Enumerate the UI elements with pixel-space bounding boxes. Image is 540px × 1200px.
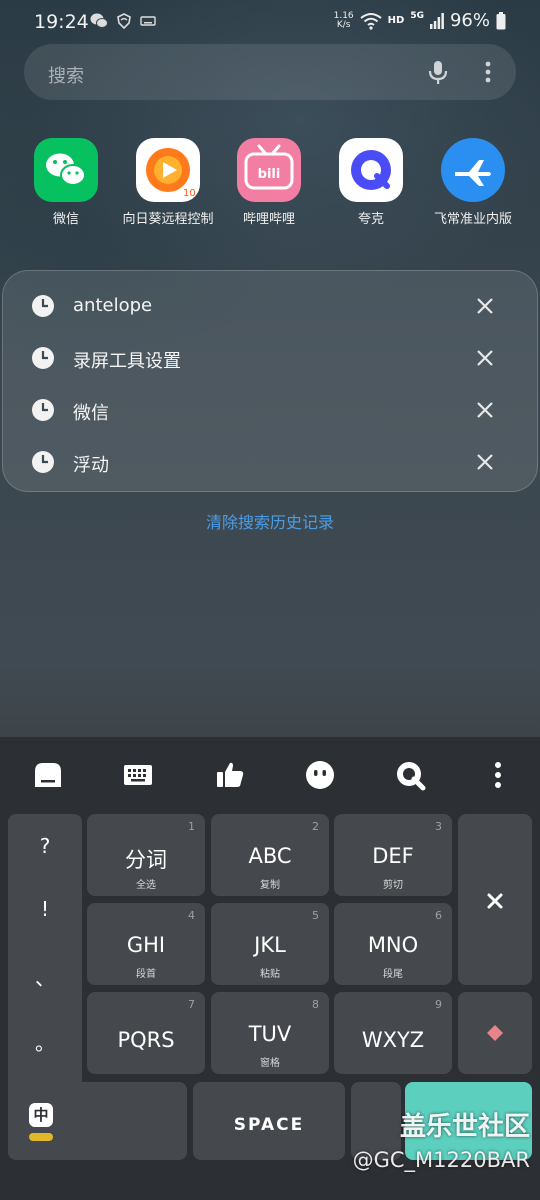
chinese-mode-badge: 中 xyxy=(29,1103,53,1127)
network-speed: 1.16 K/s xyxy=(333,10,354,30)
close-icon[interactable] xyxy=(473,450,497,474)
key-2-abc[interactable]: 2 ABC 复制 xyxy=(211,814,329,896)
wechat-icon xyxy=(34,138,98,202)
app-suggestions: 微信 10 向日葵远程控制 bili 哔哩哔哩 夸克 飞常准业内版 xyxy=(0,138,540,238)
clock-icon xyxy=(32,399,54,421)
more-options-icon[interactable] xyxy=(479,58,497,86)
key-1-segment[interactable]: 1 分词 全选 xyxy=(87,814,205,896)
keyboard-layout-icon[interactable] xyxy=(122,759,154,791)
sunlogin-icon: 10 xyxy=(136,138,200,202)
app-sunlogin[interactable]: 10 向日葵远程控制 xyxy=(113,138,223,227)
thumbs-up-icon[interactable] xyxy=(214,759,246,791)
key-8-tuv[interactable]: 8 TUV 窗格 xyxy=(211,992,329,1074)
app-quark[interactable]: 夸克 xyxy=(316,138,426,227)
history-item-label[interactable]: 录屏工具设置 xyxy=(73,347,181,373)
svg-text:10: 10 xyxy=(183,188,196,199)
watermark-text: 盖乐世社区 xyxy=(399,1112,530,1142)
punct-exclaim-key[interactable]: ! xyxy=(8,897,82,921)
close-icon[interactable] xyxy=(473,346,497,370)
battery-icon xyxy=(496,11,506,29)
search-input[interactable]: 搜索 xyxy=(48,62,84,88)
key-3-def[interactable]: 3 DEF 剪切 xyxy=(334,814,452,896)
history-item-label[interactable]: 微信 xyxy=(73,399,109,425)
clock-icon xyxy=(32,295,54,317)
wifi-icon xyxy=(360,12,382,30)
app-label: 微信 xyxy=(52,212,79,227)
history-item-label[interactable]: 浮动 xyxy=(73,451,109,477)
app-wechat[interactable]: 微信 xyxy=(11,138,121,227)
clear-key[interactable] xyxy=(458,992,532,1074)
space-key[interactable]: SPACE xyxy=(193,1082,345,1160)
wechat-notification-icon xyxy=(90,13,108,28)
shield-icon xyxy=(117,13,131,29)
microphone-icon[interactable] xyxy=(424,58,452,86)
key-6-mno[interactable]: 6 MNO 段尾 xyxy=(334,903,452,985)
watermark-handle: @GC_M1220BAR xyxy=(352,1148,530,1172)
key-4-ghi[interactable]: 4 GHI 段首 xyxy=(87,903,205,985)
clock-icon xyxy=(32,347,54,369)
clock-icon xyxy=(32,451,54,473)
more-options-icon[interactable] xyxy=(482,759,514,791)
punct-question-key[interactable]: ? xyxy=(8,834,82,858)
mode-indicator xyxy=(29,1133,53,1141)
key-9-wxyz[interactable]: 9 WXYZ xyxy=(334,992,452,1074)
quark-icon xyxy=(339,138,403,202)
close-icon[interactable] xyxy=(473,294,497,318)
history-item-label[interactable]: antelope xyxy=(73,295,152,316)
signal-icon xyxy=(429,12,444,29)
search-history-panel: antelope 录屏工具设置 微信 浮动 xyxy=(2,270,538,492)
keyboard-notification-icon xyxy=(140,16,156,26)
app-bilibili[interactable]: bili 哔哩哔哩 xyxy=(214,138,324,227)
delete-key[interactable] xyxy=(458,814,532,985)
app-label: 夸克 xyxy=(357,212,384,227)
punct-enumeration-comma-key[interactable]: 、 xyxy=(8,962,82,991)
history-item[interactable]: 录屏工具设置 xyxy=(3,336,539,380)
clear-search-history-link[interactable]: 清除搜索历史记录 xyxy=(0,509,540,533)
key-7-pqrs[interactable]: 7 PQRS xyxy=(87,992,205,1074)
app-variflight[interactable]: 飞常准业内版 xyxy=(418,138,528,227)
history-item[interactable]: 浮动 xyxy=(3,440,539,484)
punct-period-key[interactable]: 。 xyxy=(8,1027,82,1056)
app-label: 飞常准业内版 xyxy=(433,212,512,227)
battery-percent: 96% xyxy=(449,10,490,31)
bilibili-icon: bili xyxy=(237,138,301,202)
diamond-icon xyxy=(487,1025,503,1041)
key-5-jkl[interactable]: 5 JKL 粘贴 xyxy=(211,903,329,985)
search-bar[interactable]: 搜索 xyxy=(24,44,516,100)
language-switch-key[interactable]: 中 xyxy=(8,1082,187,1160)
history-item[interactable]: 微信 xyxy=(3,388,539,432)
keyboard-toolbar xyxy=(0,737,540,813)
delete-icon xyxy=(487,893,503,909)
emoji-icon[interactable] xyxy=(304,759,336,791)
signal-type: 5G xyxy=(410,10,424,21)
close-icon[interactable] xyxy=(473,398,497,422)
app-label: 向日葵远程控制 xyxy=(122,212,214,227)
status-bar: 19:24 1.16 K/s HD 5G 96% xyxy=(0,0,540,44)
airplane-icon xyxy=(441,138,505,202)
status-time: 19:24 xyxy=(34,11,89,33)
hide-keyboard-icon[interactable] xyxy=(32,759,64,791)
history-item[interactable]: antelope xyxy=(3,284,539,328)
svg-text:bili: bili xyxy=(258,167,281,182)
app-label: 哔哩哔哩 xyxy=(242,212,295,227)
search-icon[interactable] xyxy=(394,759,426,791)
hd-indicator: HD xyxy=(387,15,405,26)
